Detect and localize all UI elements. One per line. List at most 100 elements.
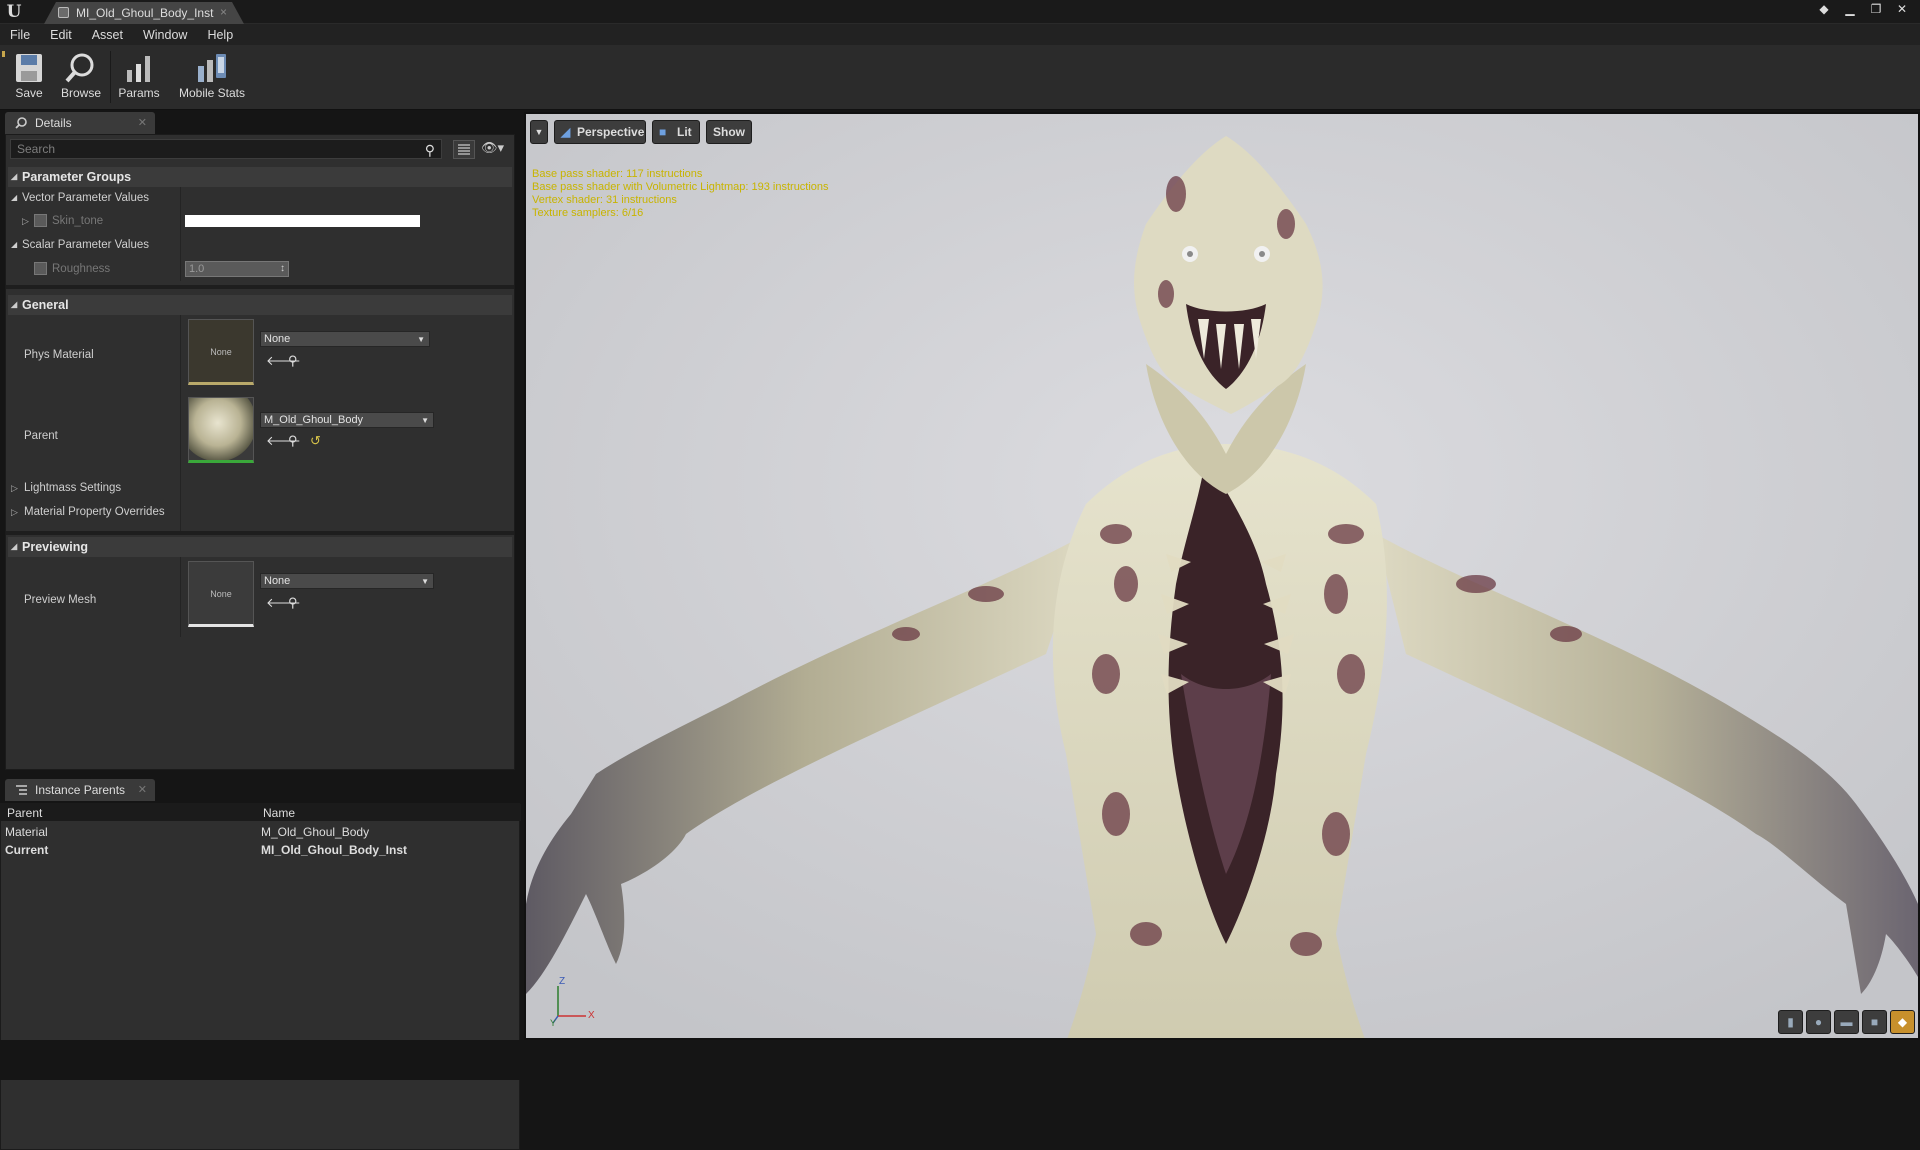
parent-cell: Material [5,825,48,839]
asset-document-tab[interactable]: MI_Old_Ghoul_Body_Inst × [44,2,244,24]
close-instance-parents-icon[interactable]: ✕ [138,779,147,801]
spin-arrow-icon: ↕ [280,263,285,274]
scalar-parameter-values-header[interactable]: ◢ Scalar Parameter Values [8,236,512,254]
expand-arrow-icon: ◢ [11,240,18,249]
notification-icon[interactable]: ◆ [1816,2,1832,16]
params-icon [114,50,164,86]
phys-material-dropdown[interactable]: None [260,331,430,347]
browse-asset-icon[interactable]: ⚲ [288,353,298,369]
toolbar-separator [110,51,111,103]
perspective-icon: ◢ [561,125,571,139]
roughness-override-checkbox[interactable] [34,260,51,278]
instance-parents-tab[interactable]: Instance Parents ✕ [5,779,155,801]
details-tab-label: Details [35,116,72,130]
mesh-preview-icon[interactable]: ◆ [1890,1010,1915,1034]
material-instance-icon [58,7,69,18]
close-details-icon[interactable]: ✕ [138,112,147,134]
menu-help[interactable]: Help [207,28,233,42]
viewport-options-chevron-down-icon[interactable]: ▼ [530,120,548,144]
general-header[interactable]: General [8,295,512,315]
roughness-spinbox[interactable]: 1.0 ↕ [185,261,289,277]
minimize-icon[interactable]: ▁ [1842,2,1858,16]
show-button[interactable]: Show [706,120,752,144]
preview-mesh-row: Preview Mesh None None 🡐 ⚲ [8,557,512,637]
browse-asset-icon[interactable]: ⚲ [288,595,298,611]
menu-bar: File Edit Asset Window Help [0,24,1920,45]
cylinder-preview-icon[interactable]: ▮ [1778,1010,1803,1034]
close-window-icon[interactable]: ✕ [1894,2,1910,16]
menu-edit[interactable]: Edit [50,28,72,42]
reset-to-default-icon[interactable]: ↺ [310,433,321,449]
column-header-name[interactable]: Name [263,806,295,820]
menu-asset[interactable]: Asset [92,28,123,42]
browse-button[interactable]: Browse [56,50,106,105]
parent-row: Parent M_Old_Ghoul_Body 🡐 ⚲ ↺ [8,395,512,471]
mobile-stats-button[interactable]: Mobile Stats [174,50,250,105]
collapse-arrow-icon: ▷ [11,483,18,493]
table-row[interactable]: Material M_Old_Ghoul_Body [1,823,521,841]
lit-label: Lit [677,125,692,139]
preview-shape-buttons: ▮ ● ▬ ■ ◆ [1778,1010,1915,1034]
browse-label: Browse [60,86,101,100]
phys-material-row: Phys Material None None 🡐 ⚲ [8,315,512,393]
section-divider [6,285,514,289]
perspective-button[interactable]: ◢ Perspective [554,120,646,144]
axis-y-label: Y [550,1018,557,1028]
plane-preview-icon[interactable]: ▬ [1834,1010,1859,1034]
params-label: Params [118,86,160,100]
browse-asset-icon[interactable]: ⚲ [288,433,298,449]
save-button[interactable]: Save [8,50,50,105]
params-button[interactable]: Params [114,50,164,105]
previewing-header[interactable]: Previewing [8,537,512,557]
collapse-arrow-icon[interactable]: ▷ [22,212,29,230]
phys-material-thumbnail[interactable]: None [188,319,254,385]
material-property-overrides-label: Material Property Overrides [24,506,165,518]
skin-tone-override-checkbox[interactable] [34,212,51,230]
lightmass-settings-row[interactable]: ▷ Lightmass Settings [8,479,512,497]
left-panel: Details ✕ Search ⚲ 👁▾ Parameter Groups ◢… [0,110,521,1150]
details-panel: Search ⚲ 👁▾ Parameter Groups ◢ Vector Pa… [5,134,515,770]
roughness-label: Roughness [52,263,111,275]
table-row[interactable]: Current MI_Old_Ghoul_Body_Inst [1,841,521,859]
mobile-stats-icon [174,50,250,86]
mobile-stats-label: Mobile Stats [178,86,246,100]
preview-mesh-dropdown[interactable]: None [260,573,434,589]
stats-line: Base pass shader with Volumetric Lightma… [532,181,829,193]
cube-preview-icon[interactable]: ■ [1862,1010,1887,1034]
instance-parents-tab-label: Instance Parents [35,783,126,797]
stats-line: Base pass shader: 117 instructions [532,168,703,180]
parent-cell: Current [5,843,49,857]
view-options-grid-icon[interactable] [453,140,475,159]
preview-viewport[interactable]: ▼ ◢ Perspective ■ Lit Show Base pass sha… [524,112,1920,1040]
roughness-row: Roughness 1.0 ↕ [8,260,512,278]
close-tab-icon[interactable]: × [220,5,227,19]
details-tab[interactable]: Details ✕ [5,112,155,134]
toolbar-grip [2,51,5,57]
lit-cube-icon: ■ [659,125,667,139]
stats-line: Texture samplers: 6/16 [532,207,644,219]
skin-tone-label: Skin_tone [52,215,104,227]
save-icon [8,50,50,86]
name-cell: M_Old_Ghoul_Body [261,825,370,839]
instance-parents-panel: Parent Name Material M_Old_Ghoul_Body Cu… [0,803,521,1150]
parent-label: Parent [24,430,58,442]
browse-icon [56,50,106,86]
parameter-groups-header[interactable]: Parameter Groups [8,167,512,187]
preview-mesh-thumbnail[interactable]: None [188,561,254,627]
search-input[interactable]: Search ⚲ [10,139,442,159]
details-icon [15,117,27,129]
sphere-preview-icon[interactable]: ● [1806,1010,1831,1034]
visibility-eye-icon[interactable]: 👁▾ [481,140,513,159]
menu-file[interactable]: File [10,28,30,42]
lit-view-mode-button[interactable]: ■ Lit [652,120,700,144]
skin-tone-color-swatch[interactable] [185,215,420,227]
menu-window[interactable]: Window [143,28,187,42]
vector-parameter-values-header[interactable]: ◢ Vector Parameter Values [8,189,512,207]
unreal-logo-icon: U [6,2,22,22]
restore-icon[interactable]: ❐ [1868,2,1884,16]
column-header-parent[interactable]: Parent [7,806,42,820]
parent-material-thumbnail[interactable] [188,397,254,463]
parent-dropdown[interactable]: M_Old_Ghoul_Body [260,412,434,428]
search-icon: ⚲ [424,142,435,158]
material-property-overrides-row[interactable]: ▷ Material Property Overrides [8,503,512,521]
